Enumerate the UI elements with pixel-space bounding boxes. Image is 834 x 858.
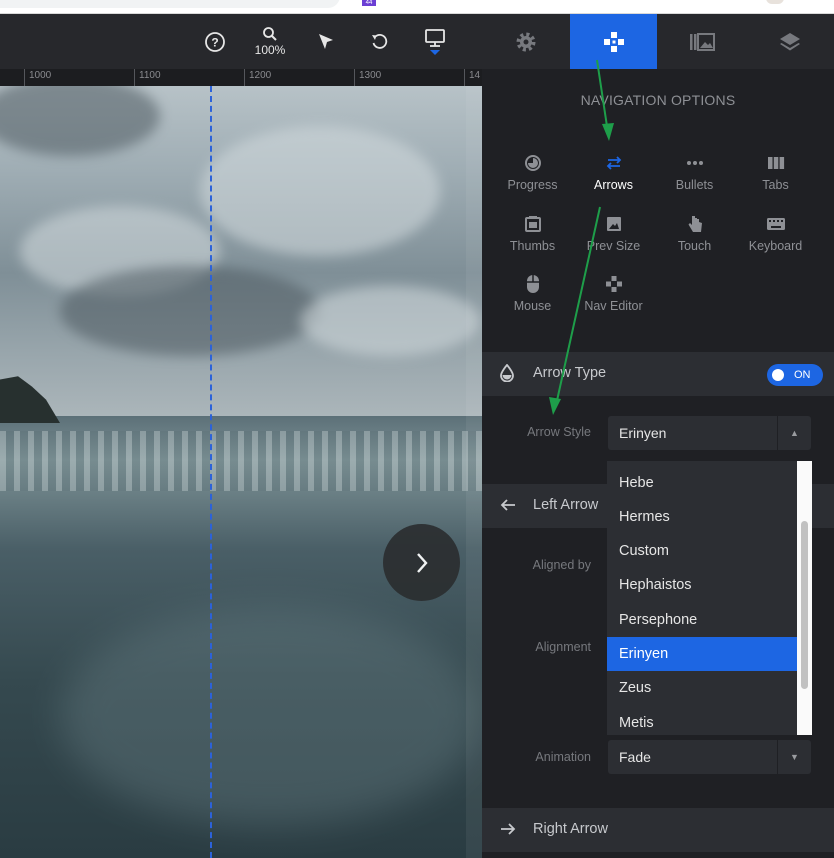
- droplet-icon: [500, 363, 514, 387]
- tabs-icon: [735, 152, 816, 174]
- layers-icon[interactable]: [746, 14, 833, 69]
- arrows-icon: [573, 152, 654, 174]
- dropdown-option[interactable]: Persephone: [607, 603, 797, 637]
- surf-waves: [0, 431, 482, 491]
- zoom-level: 100%: [254, 43, 286, 57]
- caret-down-icon: ▼: [777, 740, 811, 774]
- alignment-label: Alignment: [535, 640, 591, 654]
- zoom-icon: [263, 27, 277, 41]
- chevron-right-icon: [416, 552, 428, 573]
- nav-editor-icon: [573, 273, 654, 295]
- scrollbar-thumb[interactable]: [801, 521, 808, 689]
- dropdown-option-selected[interactable]: Erinyen: [607, 637, 797, 671]
- arrow-style-label: Arrow Style: [527, 425, 591, 439]
- pointer-icon[interactable]: [308, 14, 344, 69]
- option-thumbs[interactable]: Thumbs: [492, 213, 573, 253]
- panel-tabs: [482, 14, 834, 69]
- option-prev-size-label: Prev Size: [586, 239, 641, 253]
- address-bar[interactable]: [0, 0, 340, 8]
- touch-icon: [654, 213, 735, 235]
- settings-gear-icon[interactable]: [482, 14, 569, 69]
- option-mouse-label: Mouse: [513, 299, 552, 313]
- editor-toolbar: ? 100%: [0, 14, 482, 69]
- left-arrow-title: Left Arrow: [533, 497, 599, 513]
- undo-icon[interactable]: [362, 14, 398, 69]
- animation-value: Fade: [619, 749, 651, 765]
- arrow-right-icon: [500, 822, 516, 841]
- option-bullets-label: Bullets: [675, 178, 714, 192]
- navigation-options-heading: NAVIGATION OPTIONS: [580, 92, 736, 108]
- arrow-type-toggle[interactable]: ON: [767, 364, 823, 386]
- ruler-tick: 1300: [354, 69, 381, 86]
- option-mouse[interactable]: Mouse: [492, 273, 573, 313]
- option-progress[interactable]: Progress: [492, 152, 573, 192]
- option-touch-label: Touch: [677, 239, 712, 253]
- dropdown-option[interactable]: Zeus: [607, 671, 797, 705]
- media-library-icon[interactable]: [658, 14, 745, 69]
- option-nav-editor[interactable]: Nav Editor: [573, 273, 654, 313]
- dropdown-option[interactable]: Metis: [607, 706, 797, 735]
- toggle-state: ON: [794, 369, 811, 381]
- dropdown-option[interactable]: Hermes: [607, 500, 797, 534]
- arrow-style-select[interactable]: Erinyen ▲: [608, 416, 811, 450]
- option-tabs[interactable]: Tabs: [735, 152, 816, 192]
- extension-badge[interactable]: 44: [362, 0, 376, 6]
- vertical-guide-line[interactable]: [210, 86, 212, 858]
- browser-chrome-strip: 44: [0, 0, 834, 14]
- dropdown-option[interactable]: Hebe: [607, 466, 797, 500]
- animation-select[interactable]: Fade ▼: [608, 740, 811, 774]
- slide-canvas[interactable]: [0, 86, 482, 858]
- arrow-style-value: Erinyen: [619, 425, 667, 441]
- right-arrow-section[interactable]: Right Arrow: [482, 808, 834, 852]
- thumbs-icon: [492, 213, 573, 235]
- option-bullets[interactable]: Bullets: [654, 152, 735, 192]
- keyboard-icon: [735, 213, 816, 235]
- aligned-by-label: Aligned by: [532, 558, 591, 572]
- dropdown-option[interactable]: Hephaistos: [607, 568, 797, 602]
- slider-right-arrow-button[interactable]: [383, 524, 460, 601]
- ruler-tick: 14: [464, 69, 480, 86]
- option-tabs-label: Tabs: [762, 178, 789, 192]
- arrow-left-icon: [500, 498, 516, 517]
- ruler-tick: 1000: [24, 69, 51, 86]
- ruler-tick: 1100: [134, 69, 161, 86]
- option-progress-label: Progress: [507, 178, 558, 192]
- dropdown-scrollbar[interactable]: [797, 461, 812, 735]
- progress-icon: [492, 152, 573, 174]
- desktop-icon: [425, 29, 445, 47]
- svg-text:?: ?: [211, 35, 218, 49]
- animation-label: Animation: [535, 750, 591, 764]
- ruler-tick: 1200: [244, 69, 271, 86]
- prev-size-icon: [573, 213, 654, 235]
- right-arrow-title: Right Arrow: [533, 821, 608, 837]
- arrow-style-dropdown[interactable]: Hebe Hermes Custom Hephaistos Persephone…: [607, 461, 812, 735]
- help-icon[interactable]: ?: [197, 14, 233, 69]
- horizontal-ruler: 1000 1100 1200 1300 14: [0, 69, 482, 86]
- dropdown-option[interactable]: Custom: [607, 534, 797, 568]
- option-keyboard[interactable]: Keyboard: [735, 213, 816, 253]
- mouse-icon: [492, 273, 573, 295]
- slide-background-sky: [0, 86, 482, 426]
- desktop-view-button[interactable]: [417, 14, 453, 69]
- navigation-gamepad-icon[interactable]: [570, 14, 657, 69]
- settings-panel: NAVIGATION OPTIONS Progress Arrows Bulle…: [482, 14, 834, 858]
- zoom-button[interactable]: 100%: [252, 14, 288, 69]
- caret-up-icon: ▲: [777, 416, 811, 450]
- arrow-type-section[interactable]: Arrow Type ON: [482, 352, 834, 396]
- profile-avatar[interactable]: [766, 0, 784, 4]
- arrow-type-title: Arrow Type: [533, 365, 607, 381]
- option-arrows-label: Arrows: [594, 178, 633, 192]
- option-arrows[interactable]: Arrows: [573, 152, 654, 192]
- option-prev-size[interactable]: Prev Size: [573, 213, 654, 253]
- option-nav-editor-label: Nav Editor: [584, 299, 643, 313]
- bullets-icon: [654, 152, 735, 174]
- active-device-indicator: [430, 50, 440, 55]
- option-thumbs-label: Thumbs: [509, 239, 556, 253]
- option-keyboard-label: Keyboard: [748, 239, 803, 253]
- option-touch[interactable]: Touch: [654, 213, 735, 253]
